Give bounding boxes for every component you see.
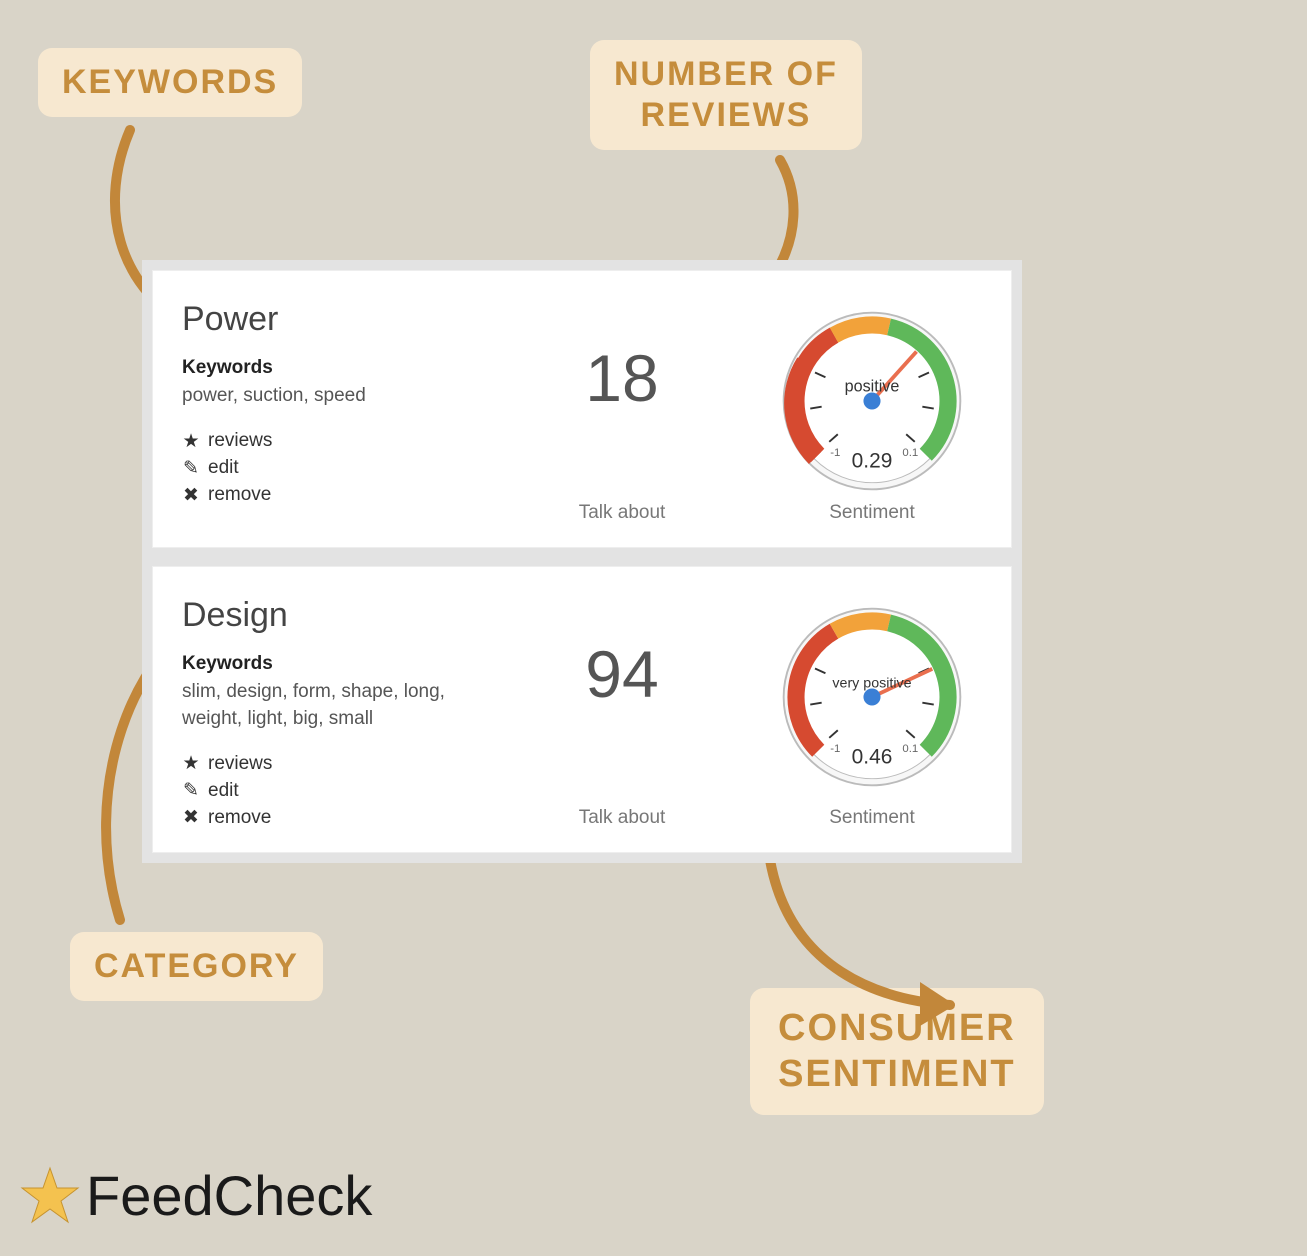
sentiment-column: -1 0.1 positive 0.29 Sentiment [762,300,982,528]
gauge-tick-high: 0.1 [902,743,918,755]
gauge-tick-low: -1 [830,743,840,755]
star-icon [20,1166,80,1226]
card-left: Power Keywords power, suction, speed ★ r… [182,300,482,511]
gauge-tick-low: -1 [830,447,840,459]
gauge-sentiment-label: positive [845,378,900,396]
remove-label: remove [208,807,271,829]
category-title: Design [182,596,482,635]
star-icon: ★ [182,430,200,453]
category-card-power: Power Keywords power, suction, speed ★ r… [152,270,1012,548]
sentiment-gauge: -1 0.1 very positive 0.46 [762,602,982,792]
sentiment-label: Sentiment [762,502,982,524]
gauge-tick-high: 0.1 [902,447,918,459]
reviews-label: reviews [208,753,272,775]
pencil-icon: ✎ [182,779,200,802]
keywords-heading: Keywords [182,357,482,379]
keywords-list: slim, design, form, shape, long, weight,… [182,679,482,732]
close-icon: ✖ [182,806,200,829]
callout-consumer-sentiment: CONSUMERSENTIMENT [750,988,1044,1115]
remove-link[interactable]: ✖ remove [182,484,482,507]
sentiment-gauge: -1 0.1 positive 0.29 [762,306,982,496]
reviews-link[interactable]: ★ reviews [182,430,482,453]
card-left: Design Keywords slim, design, form, shap… [182,596,482,833]
sentiment-column: -1 0.1 very positive 0.46 Sentiment [762,596,982,833]
brand-name: FeedCheck [86,1163,372,1228]
keywords-heading: Keywords [182,653,482,675]
callout-category: CATEGORY [70,932,323,1001]
edit-label: edit [208,457,239,479]
star-icon: ★ [182,752,200,775]
gauge-sentiment-label: very positive [832,676,911,692]
review-count: 94 [492,636,752,712]
count-column: 94 Talk about [492,596,752,833]
review-count: 18 [492,340,752,416]
brand-logo: FeedCheck [20,1163,372,1228]
count-column: 18 Talk about [492,300,752,528]
gauge-value: 0.29 [852,450,893,473]
category-card-design: Design Keywords slim, design, form, shap… [152,566,1012,853]
reviews-link[interactable]: ★ reviews [182,752,482,775]
pencil-icon: ✎ [182,457,200,480]
close-icon: ✖ [182,484,200,507]
remove-label: remove [208,484,271,506]
edit-link[interactable]: ✎ edit [182,457,482,480]
reviews-label: reviews [208,430,272,452]
talk-about-label: Talk about [492,502,752,524]
sentiment-label: Sentiment [762,807,982,829]
callout-keywords: KEYWORDS [38,48,302,117]
keywords-list: power, suction, speed [182,383,482,410]
talk-about-label: Talk about [492,807,752,829]
category-title: Power [182,300,482,339]
dashboard-panel: Power Keywords power, suction, speed ★ r… [142,260,1022,863]
edit-link[interactable]: ✎ edit [182,779,482,802]
gauge-value: 0.46 [852,746,893,769]
remove-link[interactable]: ✖ remove [182,806,482,829]
callout-number-of-reviews: NUMBER OFREVIEWS [590,40,862,150]
edit-label: edit [208,780,239,802]
